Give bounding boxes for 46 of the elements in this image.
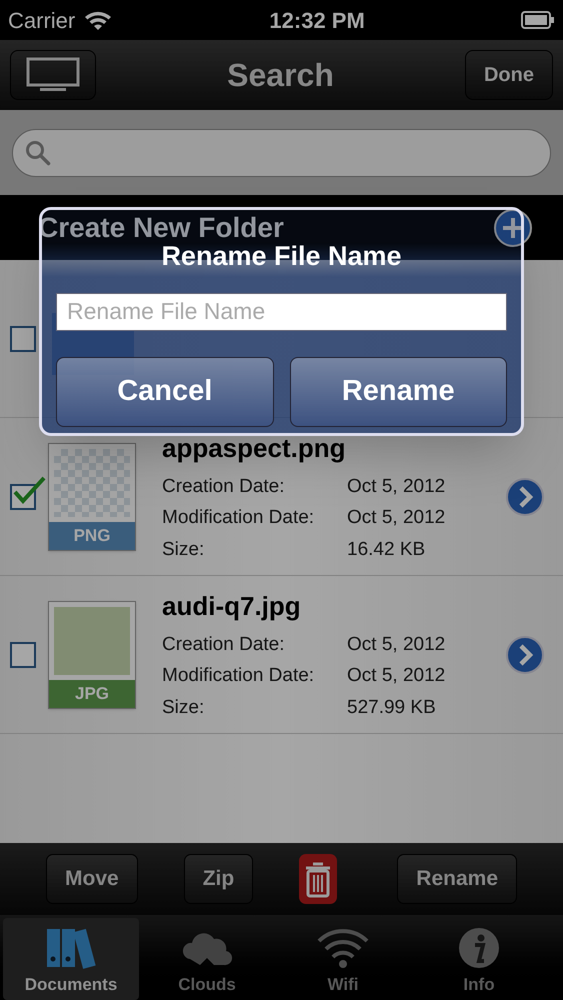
field-value: Oct 5, 2012	[347, 474, 446, 499]
wifi-signal-icon	[83, 9, 114, 31]
trash-icon	[304, 860, 332, 898]
field-label: Modification Date:	[162, 506, 316, 530]
file-type-label: JPG	[49, 680, 135, 708]
tab-button[interactable]: Clouds	[139, 918, 275, 1000]
field-value: 16.42 KB	[347, 538, 426, 562]
toolbar-button[interactable]: Move	[46, 854, 138, 904]
field-label: Creation Date:	[162, 474, 286, 499]
rename-field[interactable]: Rename File Name	[56, 292, 507, 330]
binders-icon	[45, 926, 97, 968]
dialog-button[interactable]: Rename	[290, 356, 507, 426]
battery-icon	[521, 11, 555, 29]
add-icon[interactable]	[493, 208, 533, 248]
carrier-label: Carrier	[8, 6, 76, 34]
monitor-icon	[26, 57, 80, 93]
disclosure-icon[interactable]	[505, 634, 545, 674]
delete-button[interactable]	[299, 854, 338, 904]
dialog-button[interactable]: Cancel	[56, 356, 274, 426]
field-value: Oct 5, 2012	[347, 664, 446, 688]
file-name[interactable]: audi-q7.jpg	[162, 586, 505, 626]
field-value: Oct 5, 2012	[347, 506, 446, 530]
checkbox[interactable]	[10, 642, 36, 668]
field-label: Size:	[162, 538, 206, 562]
search-field[interactable]	[12, 128, 551, 176]
disclosure-icon[interactable]	[505, 476, 545, 516]
clock-time: 12:32 PM	[269, 6, 365, 34]
search-icon	[25, 140, 51, 166]
nav-title: Search	[227, 56, 334, 95]
toolbar-button[interactable]: Rename	[397, 854, 517, 904]
tab-button[interactable]: Info	[411, 918, 547, 1000]
field-value: Oct 5, 2012	[347, 632, 446, 657]
tab-button[interactable]: Wifi	[275, 918, 411, 1000]
toolbar-button[interactable]: Zip	[184, 854, 254, 904]
field-label: Size:	[162, 696, 206, 720]
field-label: Creation Date:	[162, 632, 286, 657]
tab-button[interactable]: Documents	[3, 918, 139, 1000]
info-icon	[458, 926, 500, 968]
checkmark-icon	[12, 476, 46, 506]
field-label: Modification Date:	[162, 664, 316, 688]
done-button[interactable]: Done	[464, 50, 553, 100]
tv-button[interactable]	[10, 50, 96, 100]
wifi-icon	[316, 926, 370, 968]
field-value: 527.99 KB	[347, 696, 436, 720]
file-type-label: PNG	[49, 522, 135, 550]
checkbox[interactable]	[10, 326, 36, 352]
